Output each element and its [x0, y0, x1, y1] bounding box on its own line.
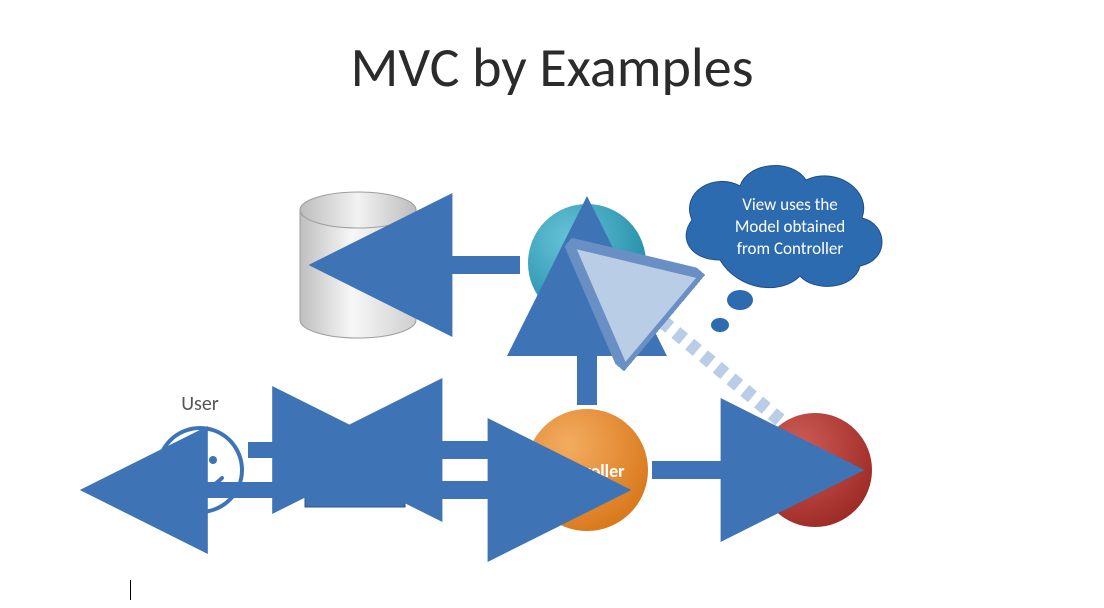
- view-node: View: [757, 412, 873, 528]
- text-cursor: [130, 580, 131, 600]
- cloud-line1: View uses the: [742, 194, 838, 215]
- user-label: User: [181, 392, 219, 416]
- annotation-cloud: View uses the Model obtained from Contro…: [686, 166, 882, 332]
- diagram-svg: DB Model Controller View IIS User: [0, 0, 1104, 608]
- iis-node: IIS: [305, 425, 405, 507]
- cloud-line2: Model obtained: [735, 216, 845, 237]
- model-label: Model: [563, 253, 612, 275]
- view-label: View: [796, 460, 834, 482]
- db-node: DB: [300, 192, 416, 338]
- db-label: DB: [346, 262, 370, 286]
- controller-node: Controller: [525, 408, 649, 532]
- controller-label: Controller: [549, 460, 625, 482]
- cloud-line3: from Controller: [737, 238, 844, 259]
- diagram-stage: MVC by Examples: [0, 0, 1104, 608]
- iis-label: IIS: [346, 458, 364, 480]
- model-node: Model: [527, 203, 647, 323]
